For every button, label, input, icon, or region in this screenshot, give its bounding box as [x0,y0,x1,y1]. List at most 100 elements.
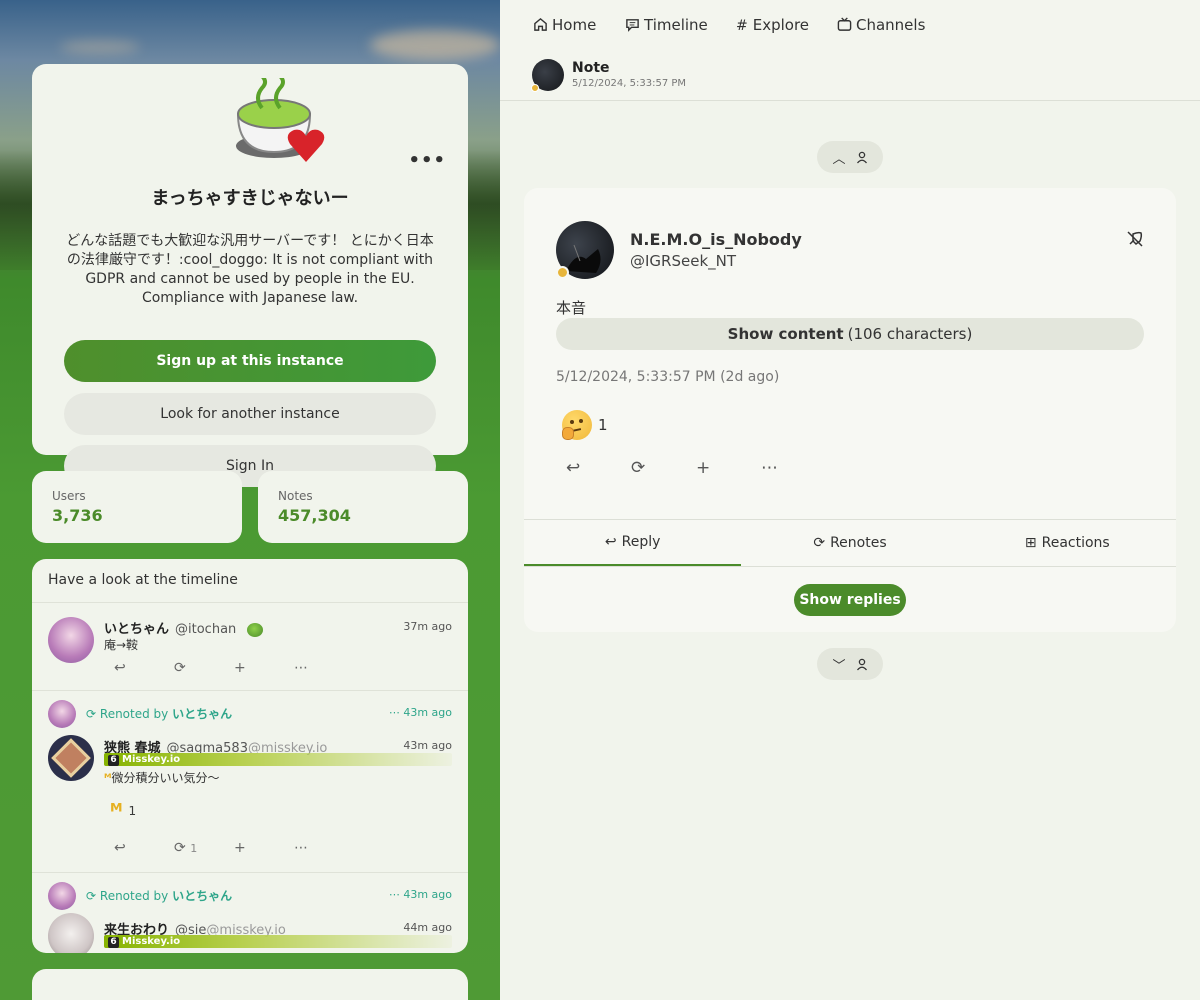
show-content-button[interactable]: Show content (106 characters) [556,318,1144,350]
misskey-icon: 6 [108,755,119,766]
notes-stat-card: Notes 457,304 [258,471,468,543]
note-author[interactable]: いとちゃん @itochan [104,618,263,637]
renote-button[interactable]: ⟳ 1 [174,840,234,856]
thinking-face-icon [562,410,592,440]
top-navigation: Home Timeline # Explore Channels [500,0,1200,50]
content-warning-text: 本音 [556,299,587,317]
add-reaction-icon[interactable]: + [234,660,294,676]
note-time[interactable]: 44m ago [403,921,452,934]
notes-stat-value: 457,304 [278,506,351,525]
nav-explore[interactable]: # Explore [736,16,809,34]
reply-icon[interactable]: ↩ [114,840,174,856]
note-detail-card: N.E.M.O_is_Nobody @IGRSeek_NT 本音 Show co… [524,188,1176,632]
tab-renotes-label: Renotes [830,535,887,551]
nav-home-label: Home [552,16,597,34]
page-header: Note 5/12/2024, 5:33:57 PM [500,50,1200,101]
renote-info: ⟳ Renoted by いとちゃん [86,887,232,904]
find-another-instance-button[interactable]: Look for another instance [64,393,436,435]
show-content-length: (106 characters) [847,325,973,343]
signup-button[interactable]: Sign up at this instance [64,340,436,382]
timeline-renote[interactable]: ⟳ Renoted by いとちゃん ⋯ 43m ago 狭熊 春城 @sagma… [32,691,468,873]
timeline-note[interactable]: いとちゃん @itochan 37m ago 庵→鞍 ↩ ⟳ + ⋯ [32,603,468,691]
misskey-icon: 6 [108,937,119,948]
show-content-label: Show content [727,325,844,343]
tv-icon [837,17,852,31]
reaction-chip[interactable]: ᴹ 1 [110,799,136,823]
reaction-count: 1 [598,416,608,434]
note-text: ᴹ微分積分いい気分〜 [104,769,220,786]
bottom-card [32,969,468,1000]
note-time[interactable]: 37m ago [403,620,452,633]
instance-ticker[interactable]: 6 Misskey.io [104,753,452,766]
note-time[interactable]: 43m ago [403,739,452,752]
renoter-avatar[interactable] [48,700,76,728]
reaction-chip[interactable]: 1 [562,410,608,440]
renote-time[interactable]: ⋯ 43m ago [389,888,452,901]
nav-timeline[interactable]: Timeline [625,16,708,34]
renote-icon[interactable]: ⟳ [631,458,696,478]
add-reaction-icon[interactable]: + [234,840,294,856]
tab-renotes[interactable]: ⟳ Renotes [741,520,958,566]
renote-icon: ⟳ [86,707,97,721]
instance-sidebar: ••• まっちゃすきじゃないー どんな話題でも大歓迎な汎用サーバーです！ とにか… [0,0,500,1000]
notes-stat-label: Notes [278,489,313,503]
users-stat-label: Users [52,489,86,503]
note-text: 庵→鞍 [104,638,139,652]
show-replies-button[interactable]: Show replies [794,584,906,616]
renoter-avatar[interactable] [48,882,76,910]
renoted-by-prefix: Renoted by [99,707,169,721]
reply-icon: ↩ [604,534,617,550]
note-tabs: ↩ Reply ⟳ Renotes ⊞ Reactions [524,519,1176,567]
instance-ticker[interactable]: 6 Misskey.io [104,935,452,948]
reply-icon[interactable]: ↩ [566,458,631,478]
renote-icon: ⟳ [86,889,97,903]
note-date[interactable]: 5/12/2024, 5:33:57 PM (2d ago) [556,369,779,385]
rocket-off-icon[interactable] [1126,230,1144,248]
main-column: Home Timeline # Explore Channels Note 5/1… [500,0,1200,1000]
tab-reactions[interactable]: ⊞ Reactions [959,520,1176,566]
message-icon [626,19,639,32]
renote-icon[interactable]: ⟳ [174,660,234,676]
online-status-dot [556,266,569,279]
renoter-name[interactable]: いとちゃん [172,707,232,721]
chevron-down-icon: ﹀ [832,658,846,674]
timeline-preview-title: Have a look at the timeline [32,559,468,603]
note-actions: ↩ ⟳ + ⋯ [114,660,354,676]
avatar-emblem [51,738,91,778]
avatar[interactable] [48,735,94,781]
avatar[interactable] [48,913,94,953]
more-icon[interactable]: ⋯ [294,840,354,856]
renote-time[interactable]: ⋯ 43m ago [389,706,452,719]
home-icon [534,17,547,31]
users-stat-value: 3,736 [52,506,103,525]
show-previous-notes-button[interactable]: ︿ [817,141,883,173]
note-author-handle[interactable]: @IGRSeek_NT [630,252,736,270]
avatar[interactable] [48,617,94,663]
author-name: いとちゃん [104,622,170,637]
note-author-name[interactable]: N.E.M.O_is_Nobody [630,230,802,249]
custom-emoji-icon: ᴹ [104,771,112,785]
show-next-notes-button[interactable]: ﹀ [817,648,883,680]
renote-time-label: 43m ago [403,888,452,901]
nav-home[interactable]: Home [533,16,596,34]
tab-reply[interactable]: ↩ Reply [524,520,742,566]
more-options-button[interactable]: ••• [408,150,446,171]
reply-icon[interactable]: ↩ [114,660,174,676]
author-handle: @itochan [175,622,237,637]
reaction-count: 1 [128,804,137,818]
add-reaction-icon[interactable]: + [696,458,761,478]
chevron-up-icon: ︿ [832,151,846,167]
timeline-renote[interactable]: ⟳ Renoted by いとちゃん ⋯ 43m ago 来生おわり @sie@m… [32,873,468,953]
more-icon[interactable]: ⋯ [761,458,826,478]
hash-icon: # [736,18,748,34]
nav-channels[interactable]: Channels [837,16,925,34]
instance-description: どんな話題でも大歓迎な汎用サーバーです！ とにかく日本の法律厳守です！:cool… [66,233,434,306]
more-icon[interactable]: ⋯ [294,660,354,676]
renote-time-label: 43m ago [403,706,452,719]
note-text-body: 微分積分いい気分〜 [111,771,220,785]
note-actions: ↩ ⟳ + ⋯ [566,458,826,478]
renoter-name[interactable]: いとちゃん [172,889,232,903]
instance-info-card: ••• まっちゃすきじゃないー どんな話題でも大歓迎な汎用サーバーです！ とにか… [32,64,468,487]
renote-icon: ⟳ [813,535,826,551]
nav-channels-label: Channels [856,16,926,34]
